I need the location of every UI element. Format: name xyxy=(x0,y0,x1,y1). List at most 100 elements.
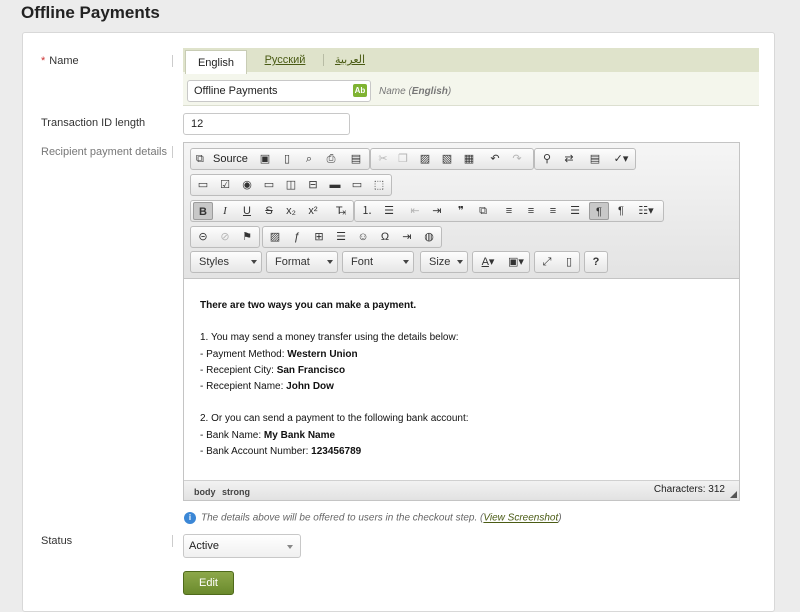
text-color-icon[interactable]: A▾ xyxy=(475,253,501,271)
page-break-icon[interactable]: ⇥ xyxy=(397,228,417,246)
maximize-icon[interactable]: ⤢ xyxy=(537,253,557,271)
show-blocks-icon[interactable]: ▯ xyxy=(559,253,579,271)
path-body[interactable]: body xyxy=(194,487,216,497)
subscript-icon[interactable]: x₂ xyxy=(281,202,301,220)
size-combo[interactable]: Size xyxy=(420,251,468,273)
numbered-list-icon[interactable]: ⒈ xyxy=(357,202,377,220)
toolbar-group-tools: ⤢ ▯ xyxy=(534,251,580,273)
source-button[interactable]: ⧉ Source xyxy=(193,150,253,168)
translate-icon[interactable]: Ab xyxy=(353,84,367,97)
underline-icon[interactable]: U xyxy=(237,202,257,220)
chevron-down-icon xyxy=(457,260,463,264)
tab-arabic[interactable]: العربية xyxy=(331,48,369,72)
path-strong[interactable]: strong xyxy=(222,487,250,497)
label-separator xyxy=(172,55,173,67)
textarea-icon[interactable]: ◫ xyxy=(281,176,301,194)
format-combo[interactable]: Format xyxy=(266,251,338,273)
tab-english[interactable]: English xyxy=(185,50,247,74)
toolbar-group-forms: ▭ ☑ ◉ ▭ ◫ ⊟ ▬ ▭ ⬚ xyxy=(190,174,392,196)
tab-russian[interactable]: Русский xyxy=(257,48,313,72)
undo-icon[interactable]: ↶ xyxy=(485,150,505,168)
image-icon[interactable]: ▨ xyxy=(265,228,285,246)
align-left-icon[interactable]: ≡ xyxy=(499,202,519,220)
paste-word-icon[interactable]: ▦ xyxy=(459,150,479,168)
print-icon[interactable]: ⎙ xyxy=(321,150,341,168)
checkbox-icon[interactable]: ☑ xyxy=(215,176,235,194)
indent-icon[interactable]: ⇥ xyxy=(427,202,447,220)
copy-icon[interactable]: ❐ xyxy=(393,150,413,168)
resize-grip-icon[interactable] xyxy=(730,491,737,498)
bg-color-icon[interactable]: ▣▾ xyxy=(503,253,529,271)
toolbar-group-insert: ▨ ƒ ⊞ ☰ ☺ Ω ⇥ ◍ xyxy=(262,226,442,248)
intro-text: There are two ways you can make a paymen… xyxy=(200,300,417,311)
superscript-icon[interactable]: x² xyxy=(303,202,323,220)
button-field-icon[interactable]: ▬ xyxy=(325,176,345,194)
div-container-icon[interactable]: ⧉ xyxy=(473,202,493,220)
ltr-icon[interactable]: ¶ xyxy=(589,202,609,220)
flash-icon[interactable]: ƒ xyxy=(287,228,307,246)
remove-format-icon[interactable]: T̶ₓ xyxy=(331,202,351,220)
name-hint: Name (English) xyxy=(379,86,452,97)
iframe-icon[interactable]: ◍ xyxy=(419,228,439,246)
edit-button[interactable]: Edit xyxy=(183,571,234,595)
option-1-text: 1. You may send a money transfer using t… xyxy=(200,332,459,344)
recipient-details-label: Recipient payment details xyxy=(41,146,167,158)
strike-icon[interactable]: S xyxy=(259,202,279,220)
textfield-icon[interactable]: ▭ xyxy=(259,176,279,194)
help-icon[interactable]: ? xyxy=(586,253,606,271)
spellcheck-icon[interactable]: ✓▾ xyxy=(609,150,633,168)
image-button-icon[interactable]: ▭ xyxy=(347,176,367,194)
link-icon[interactable]: ⊝ xyxy=(193,228,213,246)
special-char-icon[interactable]: Ω xyxy=(375,228,395,246)
horizontal-rule-icon[interactable]: ☰ xyxy=(331,228,351,246)
toolbar-group-basic-styles: B I U S x₂ x² T̶ₓ xyxy=(190,200,354,222)
bank-account-line: - Bank Account Number: 123456789 xyxy=(200,446,362,458)
transaction-id-field[interactable]: 12 xyxy=(183,113,350,135)
smiley-icon[interactable]: ☺ xyxy=(353,228,373,246)
view-screenshot-link[interactable]: View Screenshot xyxy=(483,513,558,524)
name-field[interactable]: Offline Payments Ab xyxy=(187,80,371,102)
rtl-icon[interactable]: ¶ xyxy=(611,202,631,220)
unlink-icon[interactable]: ⊘ xyxy=(215,228,235,246)
select-field-icon[interactable]: ⊟ xyxy=(303,176,323,194)
templates-icon[interactable]: ▤ xyxy=(346,150,366,168)
italic-icon[interactable]: I xyxy=(215,202,235,220)
toolbar-group-document: ⧉ Source ▣ ▯ ⌕ ⎙ ▤ xyxy=(190,148,370,170)
paste-text-icon[interactable]: ▧ xyxy=(437,150,457,168)
styles-combo[interactable]: Styles xyxy=(190,251,262,273)
align-right-icon[interactable]: ≡ xyxy=(543,202,563,220)
editor-toolbar: ⧉ Source ▣ ▯ ⌕ ⎙ ▤ ✂ ❐ ▨ ▧ ▦ ↶ ↷ ⚲ ⇄ ▤ ✓… xyxy=(184,143,739,279)
font-combo[interactable]: Font xyxy=(342,251,414,273)
hidden-field-icon[interactable]: ⬚ xyxy=(369,176,389,194)
source-icon: ⧉ xyxy=(196,153,204,165)
recipient-city-line: - Recepient City: San Francisco xyxy=(200,364,346,376)
table-icon[interactable]: ⊞ xyxy=(309,228,329,246)
save-icon[interactable]: ▣ xyxy=(255,150,275,168)
select-all-icon[interactable]: ▤ xyxy=(585,150,605,168)
find-icon[interactable]: ⚲ xyxy=(537,150,557,168)
preview-icon[interactable]: ⌕ xyxy=(299,150,319,168)
outdent-icon[interactable]: ⇤ xyxy=(405,202,425,220)
editor-statusbar: body strong Characters: 312 xyxy=(184,480,739,500)
editor-content-area[interactable]: There are two ways you can make a paymen… xyxy=(184,280,739,480)
paste-icon[interactable]: ▨ xyxy=(415,150,435,168)
new-page-icon[interactable]: ▯ xyxy=(277,150,297,168)
toolbar-group-about: ? xyxy=(584,251,608,273)
bold-icon[interactable]: B xyxy=(193,202,213,220)
justify-icon[interactable]: ☰ xyxy=(565,202,585,220)
radio-icon[interactable]: ◉ xyxy=(237,176,257,194)
character-count: Characters: 312 xyxy=(653,484,725,495)
cut-icon[interactable]: ✂ xyxy=(373,150,393,168)
anchor-flag-icon[interactable]: ⚑ xyxy=(237,228,257,246)
bulleted-list-icon[interactable]: ☰ xyxy=(379,202,399,220)
replace-icon[interactable]: ⇄ xyxy=(559,150,579,168)
blockquote-icon[interactable]: ❞ xyxy=(451,202,471,220)
language-menu-icon[interactable]: ☷▾ xyxy=(633,202,659,220)
status-select[interactable]: Active xyxy=(183,534,301,558)
redo-icon[interactable]: ↷ xyxy=(507,150,527,168)
status-label: Status xyxy=(41,535,73,547)
align-center-icon[interactable]: ≡ xyxy=(521,202,541,220)
rich-text-editor: ⧉ Source ▣ ▯ ⌕ ⎙ ▤ ✂ ❐ ▨ ▧ ▦ ↶ ↷ ⚲ ⇄ ▤ ✓… xyxy=(183,142,740,501)
toolbar-group-clipboard: ✂ ❐ ▨ ▧ ▦ ↶ ↷ xyxy=(370,148,534,170)
form-icon[interactable]: ▭ xyxy=(193,176,213,194)
